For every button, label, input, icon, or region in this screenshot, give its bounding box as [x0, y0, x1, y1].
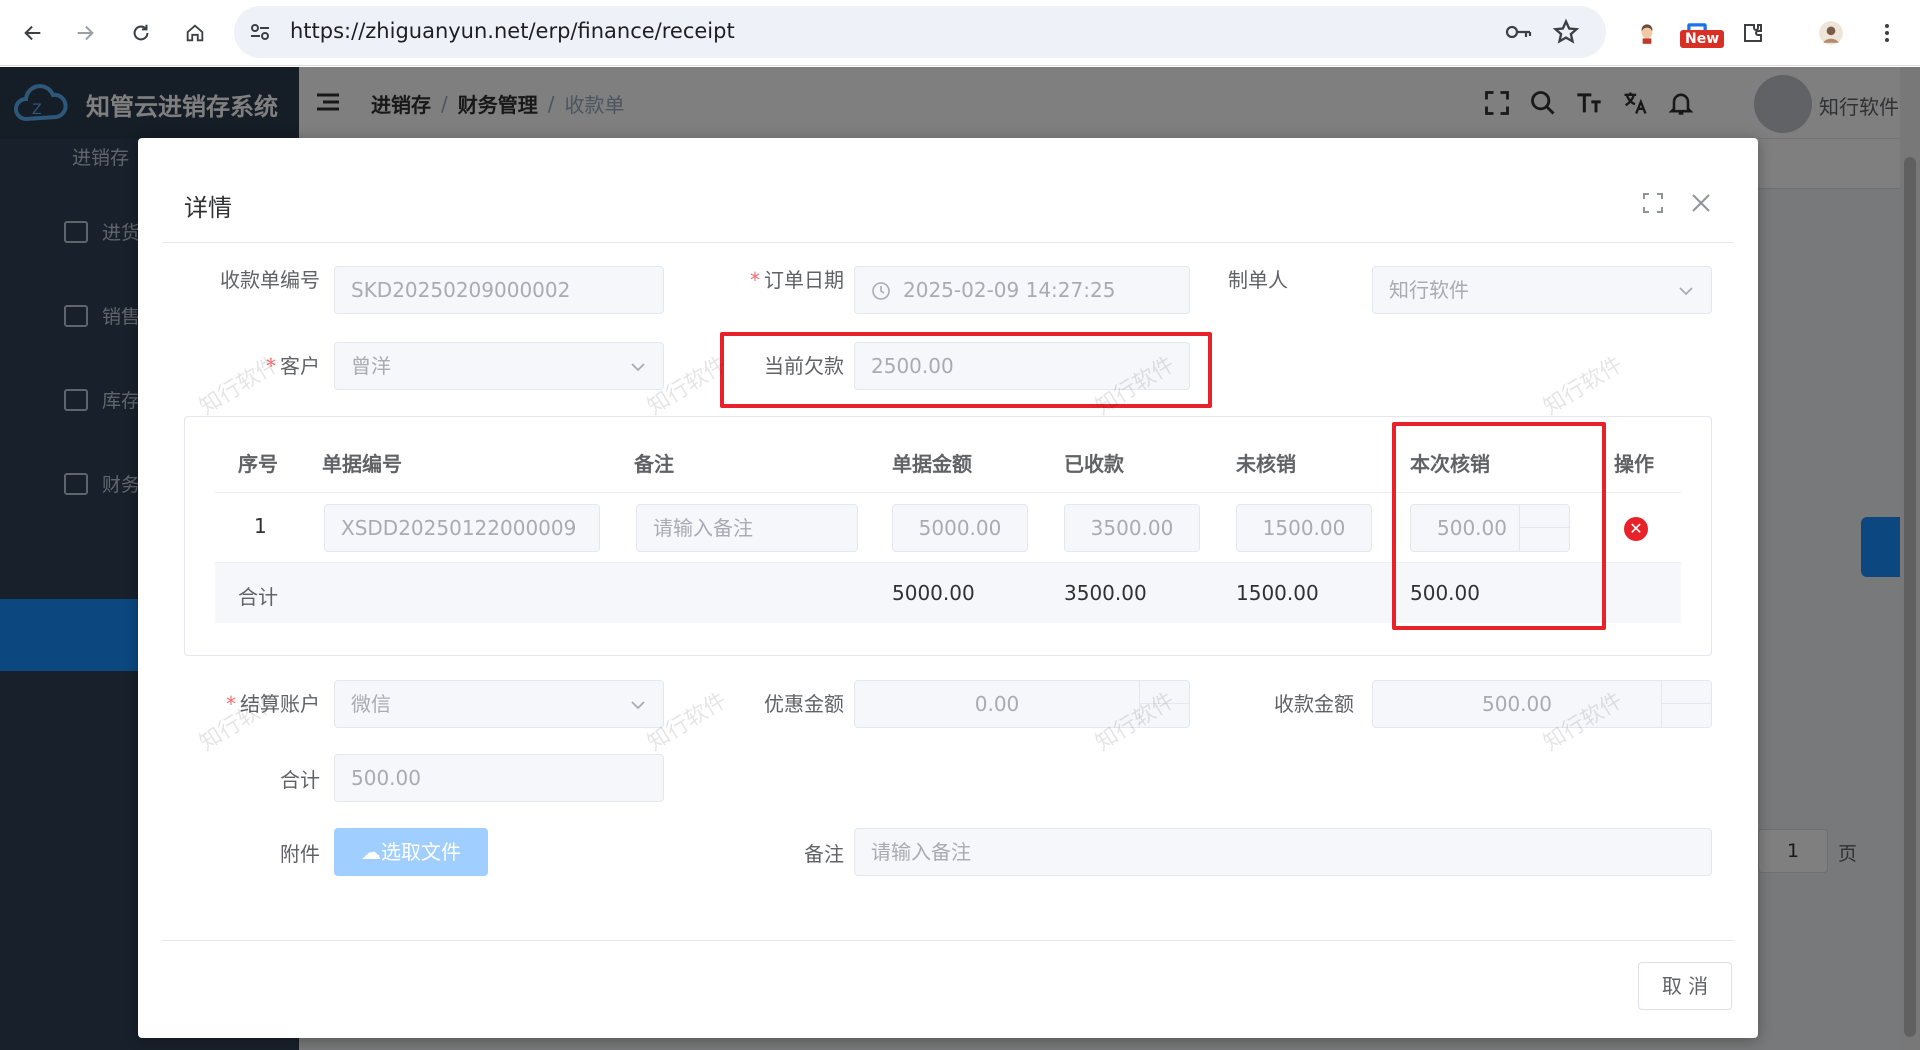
doc-amount-field: 5000.00 [892, 504, 1028, 552]
clock-icon [872, 282, 890, 300]
row-index: 1 [254, 514, 267, 538]
table-header: 序号 [238, 452, 278, 476]
chevron-down-icon [631, 363, 645, 372]
doc-no-field: XSDD20250122000009 [324, 504, 600, 552]
this-settle-highlight [1392, 422, 1606, 630]
table-header: 单据金额 [892, 452, 972, 476]
receipt-no-field: SKD20250209000002 [334, 266, 664, 314]
address-bar[interactable]: https://zhiguanyun.net/erp/finance/recei… [234, 6, 1606, 58]
star-icon[interactable] [1552, 18, 1580, 46]
receipt-amount-value: 500.00 [1482, 692, 1552, 716]
customer-value: 曾洋 [351, 354, 391, 378]
chevron-down-icon [1679, 287, 1693, 296]
url-text: https://zhiguanyun.net/erp/finance/recei… [290, 19, 735, 43]
more-menu-icon[interactable] [1868, 14, 1906, 52]
summary-doc-amount: 5000.00 [892, 581, 975, 605]
receipt-no-label: 收款单编号 [220, 268, 320, 292]
home-icon [186, 24, 204, 42]
site-settings-icon[interactable] [248, 20, 272, 44]
total-label: 合计 [280, 768, 320, 792]
reload-button[interactable] [122, 14, 160, 52]
reload-icon [133, 24, 149, 41]
arrow-right-icon [77, 25, 94, 41]
profile-avatar-icon[interactable] [1812, 14, 1850, 52]
order-date-label-text: 订单日期 [764, 268, 844, 292]
customer-select: 曾洋 [334, 342, 664, 390]
table-header: 已收款 [1064, 452, 1124, 476]
attachment-label: 附件 [280, 842, 320, 866]
upload-button-label: 选取文件 [381, 840, 461, 864]
table-header: 未核销 [1236, 452, 1296, 476]
forward-button[interactable] [66, 14, 104, 52]
arrow-left-icon [24, 25, 41, 41]
watermark: 知行软件 [1539, 352, 1628, 421]
receipt-amount-stepper: 500.00 [1372, 680, 1712, 728]
row-remark-field[interactable]: 请输入备注 [636, 504, 858, 552]
profile-extension-icon[interactable] [1628, 14, 1666, 52]
settle-account-value: 微信 [351, 692, 391, 716]
customer-label-text: 客户 [280, 354, 320, 378]
home-button[interactable] [176, 14, 214, 52]
creator-value: 知行软件 [1389, 278, 1469, 302]
summary-received: 3500.00 [1064, 581, 1147, 605]
detail-dialog: 详情 收款单编号 SKD20250209000002 * 订单日期 2025-02… [138, 138, 1758, 1038]
back-button[interactable] [14, 14, 52, 52]
table-header: 操作 [1614, 452, 1654, 476]
unsettled-field: 1500.00 [1236, 504, 1372, 552]
dialog-footer-divider [162, 940, 1734, 941]
order-date-label: * 订单日期 [750, 268, 844, 292]
dialog-title: 详情 [184, 194, 232, 222]
creator-select: 知行软件 [1372, 266, 1712, 314]
browser-toolbar: https://zhiguanyun.net/erp/finance/recei… [0, 0, 1920, 66]
close-icon[interactable] [1690, 192, 1712, 214]
table-header: 单据编号 [322, 452, 402, 476]
stepper-arrows [1661, 681, 1711, 727]
dialog-header-divider [162, 242, 1734, 243]
upload-file-button: ☁选取文件 [334, 828, 488, 876]
new-badge: New [1680, 30, 1725, 48]
table-header: 备注 [634, 452, 674, 476]
receipt-amount-label: 收款金额 [1274, 692, 1354, 716]
total-field: 500.00 [334, 754, 664, 802]
chevron-down-icon [631, 701, 645, 710]
received-field: 3500.00 [1064, 504, 1200, 552]
remark-label: 备注 [804, 842, 844, 866]
summary-label: 合计 [238, 585, 278, 609]
cloud-upload-icon: ☁ [361, 840, 381, 864]
summary-unsettled: 1500.00 [1236, 581, 1319, 605]
delete-row-icon[interactable]: ✕ [1624, 517, 1648, 541]
discount-value: 0.00 [974, 692, 1020, 716]
fullscreen-icon[interactable] [1642, 192, 1664, 214]
order-date-field: 2025-02-09 14:27:25 [854, 266, 1190, 314]
puzzle-extensions-icon[interactable] [1734, 14, 1772, 52]
settle-account-select: 微信 [334, 680, 664, 728]
cancel-button[interactable]: 取 消 [1638, 962, 1732, 1010]
order-date-value: 2025-02-09 14:27:25 [903, 278, 1116, 302]
remark-textarea[interactable]: 请输入备注 [854, 828, 1712, 876]
key-icon[interactable] [1504, 19, 1532, 45]
creator-label: 制单人 [1228, 268, 1288, 292]
